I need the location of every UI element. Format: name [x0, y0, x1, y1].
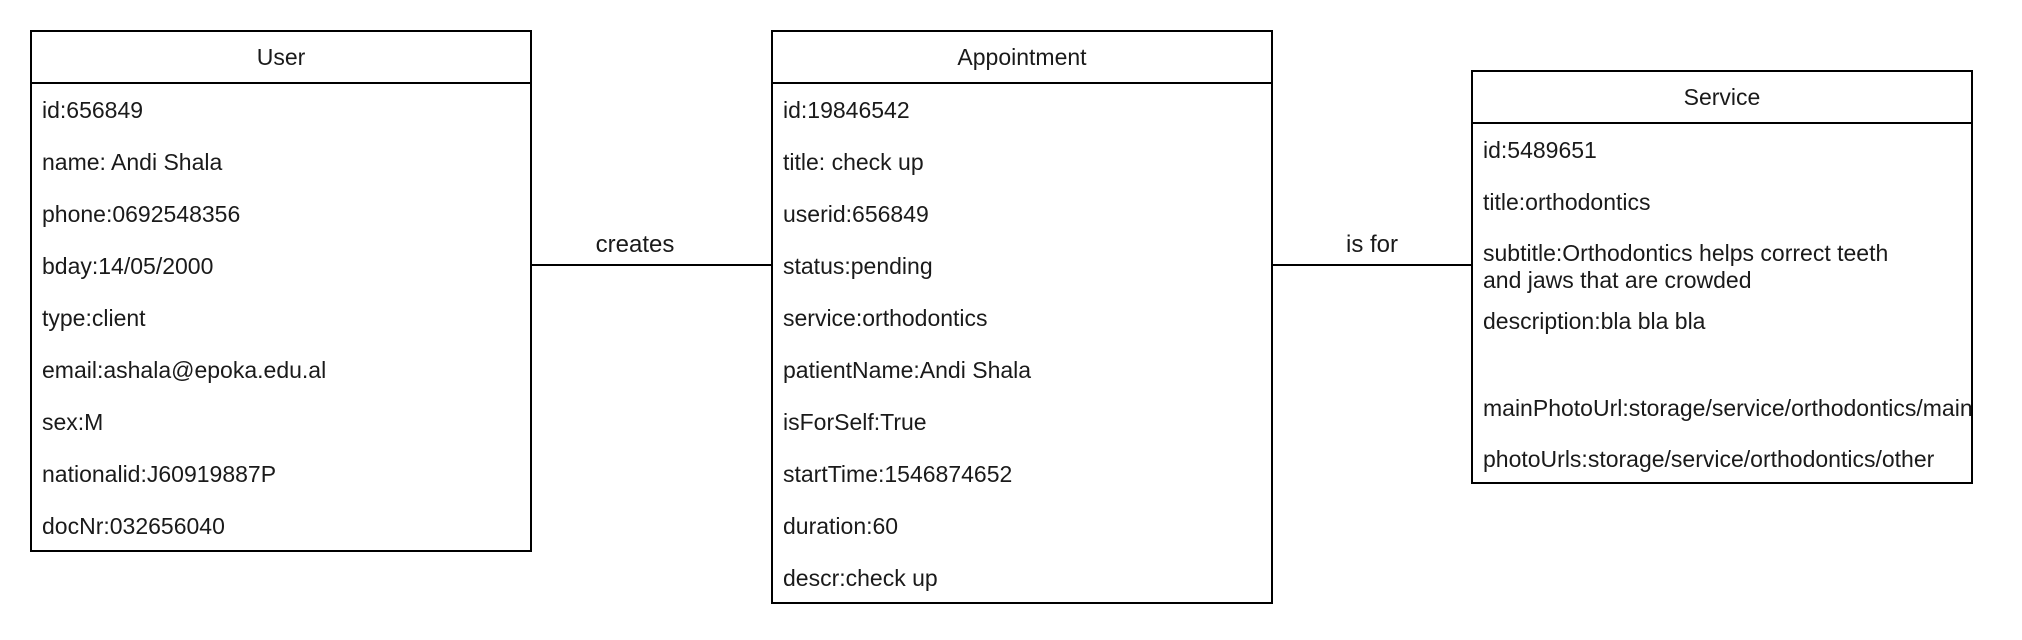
user-attr-name: name: Andi Shala [42, 148, 223, 175]
appointment-attr-id: id:19846542 [783, 96, 910, 123]
entity-service[interactable]: Service id:5489651 title:orthodontics su… [1471, 70, 1973, 484]
entity-appointment[interactable]: Appointment id:19846542 title: check up … [771, 30, 1273, 604]
entity-user[interactable]: User id:656849 name: Andi Shala phone:06… [30, 30, 532, 552]
entity-appointment-title: Appointment [773, 32, 1271, 84]
entity-user-title: User [32, 32, 530, 84]
service-attr-description: description:bla bla bla [1483, 308, 1706, 334]
relationship-label-is-for: is for [1345, 231, 1398, 258]
appointment-attr-duration: duration:60 [783, 512, 899, 539]
relationship-label-creates: creates [595, 231, 675, 258]
user-attr-email: email:ashala@epoka.edu.al [42, 356, 327, 383]
service-attr-id: id:5489651 [1483, 136, 1597, 163]
service-attr-mainphotourl: mainPhotoUrl:storage/service/orthodontic… [1483, 395, 1971, 421]
appointment-attr-patientname: patientName:Andi Shala [783, 356, 1032, 383]
appointment-attr-status: status:pending [783, 252, 933, 279]
service-attr-title: title:orthodontics [1483, 188, 1651, 215]
service-attr-photourls: photoUrls:storage/service/orthodontics/o… [1483, 445, 1935, 472]
user-attr-bday: bday:14/05/2000 [42, 252, 214, 279]
connector-appointment-service [1273, 264, 1471, 266]
appointment-attr-descr: descr:check up [783, 564, 938, 591]
user-attr-type: type:client [42, 304, 146, 331]
service-attr-subtitle: subtitle:Orthodontics helps correct teet… [1483, 240, 1889, 293]
connector-user-appointment [532, 264, 771, 266]
appointment-attr-userid: userid:656849 [783, 200, 929, 227]
entity-service-title: Service [1473, 72, 1971, 124]
appointment-attr-starttime: startTime:1546874652 [783, 460, 1013, 487]
user-attr-nationalid: nationalid:J60919887P [42, 460, 277, 487]
appointment-attr-isforself: isForSelf:True [783, 408, 927, 435]
appointment-attr-service: service:orthodontics [783, 304, 988, 331]
user-attr-sex: sex:M [42, 408, 104, 435]
user-attr-docnr: docNr:032656040 [42, 512, 225, 539]
user-attr-id: id:656849 [42, 96, 144, 123]
user-attr-phone: phone:0692548356 [42, 200, 241, 227]
appointment-attr-title: title: check up [783, 148, 924, 175]
